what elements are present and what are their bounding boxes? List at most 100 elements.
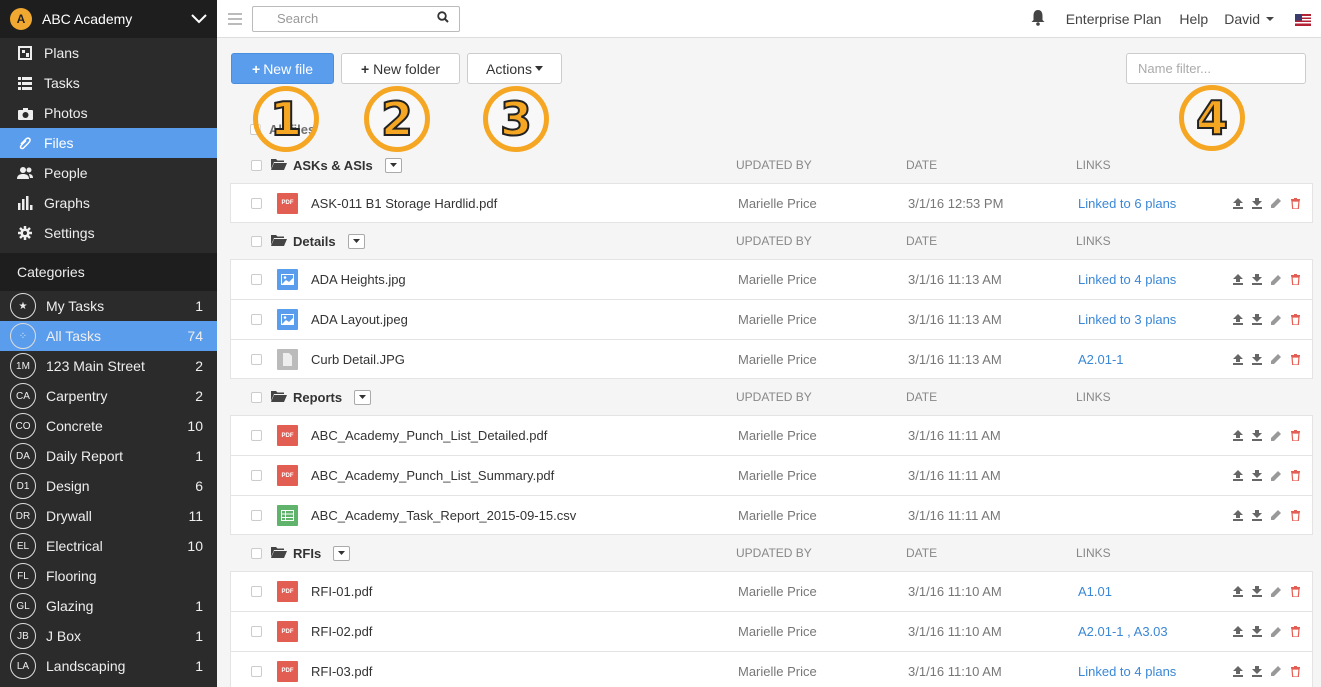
file-name[interactable]: RFI-02.pdf <box>311 624 738 639</box>
folder-dropdown-button[interactable] <box>384 157 402 173</box>
bell-icon[interactable] <box>1030 9 1046 29</box>
trash-icon[interactable] <box>1289 665 1301 677</box>
trash-icon[interactable] <box>1289 470 1301 482</box>
file-name[interactable]: Curb Detail.JPG <box>311 352 738 367</box>
nav-item-plans[interactable]: Plans <box>0 38 217 68</box>
category-item[interactable]: EL Electrical 10 <box>0 531 217 561</box>
download-icon[interactable] <box>1251 470 1263 482</box>
nav-item-people[interactable]: People <box>0 158 217 188</box>
upload-icon[interactable] <box>1232 470 1244 482</box>
trash-icon[interactable] <box>1289 197 1301 209</box>
plan-links[interactable]: A1.01 <box>1078 584 1228 599</box>
file-checkbox[interactable] <box>251 274 262 285</box>
plan-links[interactable]: Linked to 6 plans <box>1078 196 1228 211</box>
upload-icon[interactable] <box>1232 626 1244 638</box>
download-icon[interactable] <box>1251 586 1263 598</box>
upload-icon[interactable] <box>1232 509 1244 521</box>
folder-dropdown-button[interactable] <box>354 389 372 405</box>
actions-button[interactable]: Actions <box>467 53 562 84</box>
help-link[interactable]: Help <box>1179 11 1208 27</box>
file-row[interactable]: PDF RFI-02.pdf Marielle Price 3/1/16 11:10 … <box>230 611 1313 651</box>
pencil-icon[interactable] <box>1270 274 1282 286</box>
new-folder-button[interactable]: + New folder <box>341 53 460 84</box>
upload-icon[interactable] <box>1232 197 1244 209</box>
upload-icon[interactable] <box>1232 314 1244 326</box>
file-row[interactable]: ABC_Academy_Task_Report_2015-09-15.csv Ma… <box>230 495 1313 535</box>
pencil-icon[interactable] <box>1270 586 1282 598</box>
upload-icon[interactable] <box>1232 353 1244 365</box>
file-checkbox[interactable] <box>251 353 262 365</box>
download-icon[interactable] <box>1251 626 1263 638</box>
file-name[interactable]: ADA Heights.jpg <box>311 272 738 287</box>
search-icon[interactable] <box>437 11 449 26</box>
folder-row[interactable]: Details UPDATED BY DATE LINKS <box>230 223 1313 259</box>
plan-links[interactable]: A2.01-1 <box>1078 352 1228 367</box>
category-item[interactable]: ⁘ All Tasks 74 <box>0 321 217 351</box>
download-icon[interactable] <box>1251 509 1263 521</box>
folder-dropdown-button[interactable] <box>333 545 351 561</box>
file-row[interactable]: PDF RFI-01.pdf Marielle Price 3/1/16 11:10 … <box>230 571 1313 611</box>
nav-item-files[interactable]: Files <box>0 128 217 158</box>
category-item[interactable]: CA Carpentry 2 <box>0 381 217 411</box>
category-item[interactable]: GL Glazing 1 <box>0 591 217 621</box>
category-item[interactable]: FL Flooring <box>0 561 217 591</box>
nav-item-graphs[interactable]: Graphs <box>0 188 217 218</box>
category-item[interactable]: 1M 123 Main Street 2 <box>0 351 217 381</box>
file-row[interactable]: PDF ASK-011 B1 Storage Hardlid.pdf Mariell… <box>230 183 1313 223</box>
file-checkbox[interactable] <box>251 430 262 441</box>
nav-item-photos[interactable]: Photos <box>0 98 217 128</box>
file-row[interactable]: PDF ABC_Academy_Punch_List_Summary.pdf Mar… <box>230 455 1313 495</box>
download-icon[interactable] <box>1251 430 1263 442</box>
plan-links[interactable]: A2.01-1 , A3.03 <box>1078 624 1228 639</box>
pencil-icon[interactable] <box>1270 430 1282 442</box>
folder-checkbox[interactable] <box>251 547 262 559</box>
user-menu[interactable]: David <box>1224 11 1275 27</box>
pencil-icon[interactable] <box>1270 626 1282 638</box>
folder-dropdown-button[interactable] <box>347 233 365 249</box>
file-row[interactable]: ADA Heights.jpg Marielle Price 3/1/16 11:1… <box>230 259 1313 299</box>
brand-header[interactable]: A ABC Academy <box>0 0 217 38</box>
nav-item-settings[interactable]: Settings <box>0 218 217 248</box>
search-input[interactable]: Search <box>252 5 460 32</box>
file-checkbox[interactable] <box>251 197 262 209</box>
trash-icon[interactable] <box>1289 314 1301 326</box>
upload-icon[interactable] <box>1232 665 1244 677</box>
chevron-down-icon[interactable] <box>191 11 207 27</box>
folder-checkbox[interactable] <box>251 391 262 403</box>
file-name[interactable]: RFI-01.pdf <box>311 584 738 599</box>
plan-links[interactable]: Linked to 4 plans <box>1078 664 1228 679</box>
us-flag-icon[interactable] <box>1295 13 1311 26</box>
file-name[interactable]: ABC_Academy_Punch_List_Summary.pdf <box>311 468 738 483</box>
file-checkbox[interactable] <box>251 626 262 637</box>
trash-icon[interactable] <box>1289 430 1301 442</box>
folder-row[interactable]: ASKs & ASIs UPDATED BY DATE LINKS <box>230 147 1313 183</box>
trash-icon[interactable] <box>1289 353 1301 365</box>
trash-icon[interactable] <box>1289 586 1301 598</box>
pencil-icon[interactable] <box>1270 353 1282 365</box>
pencil-icon[interactable] <box>1270 509 1282 521</box>
upload-icon[interactable] <box>1232 430 1244 442</box>
category-item[interactable]: DA Daily Report 1 <box>0 441 217 471</box>
file-checkbox[interactable] <box>251 470 262 481</box>
category-item[interactable]: D1 Design 6 <box>0 471 217 501</box>
download-icon[interactable] <box>1251 314 1263 326</box>
file-name[interactable]: ASK-011 B1 Storage Hardlid.pdf <box>311 196 738 211</box>
pencil-icon[interactable] <box>1270 665 1282 677</box>
nav-item-tasks[interactable]: Tasks <box>0 68 217 98</box>
name-filter-input[interactable]: Name filter... <box>1126 53 1306 84</box>
folder-checkbox[interactable] <box>251 159 262 171</box>
category-item[interactable]: CO Concrete 10 <box>0 411 217 441</box>
download-icon[interactable] <box>1251 274 1263 286</box>
plan-links[interactable]: Linked to 3 plans <box>1078 312 1228 327</box>
file-checkbox[interactable] <box>251 314 262 325</box>
category-item[interactable]: DR Drywall 11 <box>0 501 217 531</box>
trash-icon[interactable] <box>1289 626 1301 638</box>
category-item[interactable]: LA Landscaping 1 <box>0 651 217 681</box>
file-checkbox[interactable] <box>251 665 262 677</box>
file-name[interactable]: RFI-03.pdf <box>311 664 738 679</box>
download-icon[interactable] <box>1251 665 1263 677</box>
file-checkbox[interactable] <box>251 586 262 597</box>
folder-checkbox[interactable] <box>251 235 262 247</box>
file-name[interactable]: ABC_Academy_Punch_List_Detailed.pdf <box>311 428 738 443</box>
file-row[interactable]: PDF ABC_Academy_Punch_List_Detailed.pdf Ma… <box>230 415 1313 455</box>
